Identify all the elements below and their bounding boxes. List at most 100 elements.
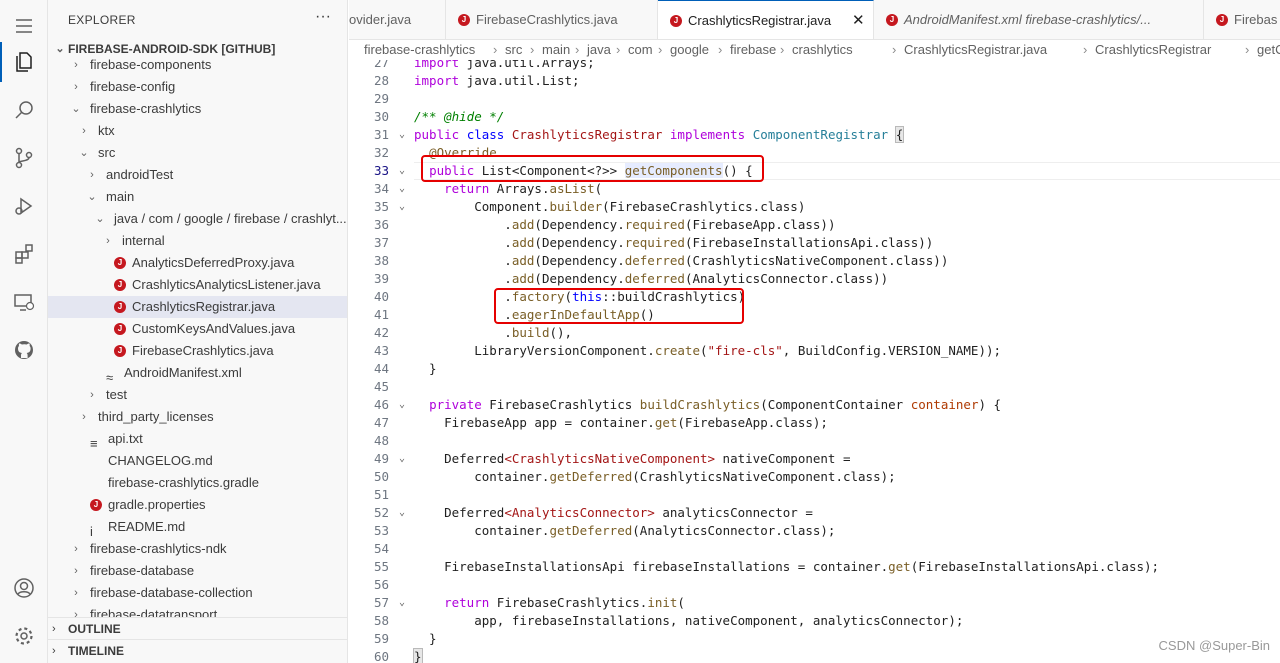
tree-file-item[interactable]: i README.md (48, 516, 347, 539)
breadcrumb-item[interactable]: getC (1257, 40, 1280, 60)
tree-folder-item[interactable]: › third_party_licenses (48, 406, 347, 428)
breadcrumb-item[interactable]: firebase (730, 40, 776, 60)
code-line[interactable]: FirebaseInstallationsApi firebaseInstall… (414, 558, 1159, 576)
tree-folder-item[interactable]: › firebase-components (48, 54, 347, 76)
more-actions-icon[interactable]: ··· (315, 8, 331, 26)
code-line[interactable]: Deferred<CrashlyticsNativeComponent> nat… (414, 450, 850, 468)
fold-chevron-icon[interactable]: ⌄ (396, 126, 408, 144)
tree-folder-item[interactable]: › firebase-database-collection (48, 582, 347, 604)
tree-file-item[interactable]: J CrashlyticsRegistrar.java (48, 296, 347, 318)
code-line[interactable]: .add(Dependency.deferred(CrashlyticsNati… (414, 252, 948, 270)
run-debug-icon[interactable] (0, 182, 48, 230)
chevron-down-icon: ⌄ (87, 191, 97, 203)
tree-file-item[interactable]: J AnalyticsDeferredProxy.java (48, 252, 347, 274)
editor-tab[interactable]: J CrashlyticsRegistrar.java ✕ (658, 0, 874, 39)
breadcrumb-item[interactable]: main (542, 40, 570, 60)
fold-chevron-icon[interactable]: ⌄ (396, 198, 408, 216)
tree-item-label: AndroidManifest.xml (124, 365, 242, 380)
code-line[interactable]: /** @hide */ (414, 108, 504, 126)
breadcrumb-separator-icon: › (530, 42, 535, 57)
breadcrumb-item[interactable]: com (628, 40, 653, 60)
code-line[interactable]: } (414, 630, 437, 648)
chevron-down-icon: ⌄ (95, 213, 105, 225)
tree-file-item[interactable]: J CustomKeysAndValues.java (48, 318, 347, 340)
fold-chevron-icon[interactable]: ⌄ (396, 594, 408, 612)
text-file-icon: ≡ (90, 436, 98, 451)
code-line[interactable]: container.getDeferred(CrashlyticsNativeC… (414, 468, 895, 486)
code-line[interactable]: return Arrays.asList( (414, 180, 602, 198)
breadcrumb-item[interactable]: CrashlyticsRegistrar (1095, 40, 1211, 60)
code-line[interactable]: } (414, 360, 437, 378)
account-icon[interactable] (0, 564, 48, 612)
tree-folder-item[interactable]: › ktx (48, 120, 347, 142)
search-icon[interactable] (0, 86, 48, 134)
code-line[interactable]: import java.util.List; (414, 72, 580, 90)
code-line[interactable]: private FirebaseCrashlytics buildCrashly… (414, 396, 1001, 414)
source-control-icon[interactable] (0, 134, 48, 182)
tree-folder-item[interactable]: › firebase-crashlytics-ndk (48, 538, 347, 560)
tree-folder-item[interactable]: › internal (48, 230, 347, 252)
java-file-icon: J (458, 14, 470, 26)
breadcrumb-item[interactable]: google (670, 40, 709, 60)
tree-file-item[interactable]: CHANGELOG.md (48, 450, 347, 472)
tree-file-item[interactable]: J FirebaseCrashlytics.java (48, 340, 347, 362)
tree-folder-item[interactable]: › firebase-database (48, 560, 347, 582)
fold-chevron-icon[interactable]: ⌄ (396, 504, 408, 522)
code-line[interactable]: .build(), (414, 324, 572, 342)
tree-file-item[interactable]: J CrashlyticsAnalyticsListener.java (48, 274, 347, 296)
chevron-right-icon: › (90, 389, 94, 401)
breadcrumb-item[interactable]: crashlytics (792, 40, 853, 60)
tree-folder-item[interactable]: › androidTest (48, 164, 347, 186)
github-icon[interactable] (0, 326, 48, 374)
code-line[interactable]: import java.util.Arrays; (414, 60, 595, 72)
code-line[interactable]: LibraryVersionComponent.create("fire-cls… (414, 342, 1001, 360)
code-line[interactable]: public class CrashlyticsRegistrar implem… (414, 126, 905, 144)
code-line[interactable]: FirebaseApp app = container.get(Firebase… (414, 414, 828, 432)
extensions-icon[interactable] (0, 230, 48, 278)
code-line[interactable]: } (413, 648, 423, 663)
breadcrumb-item[interactable]: CrashlyticsRegistrar.java (904, 40, 1047, 60)
fold-chevron-icon[interactable]: ⌄ (396, 450, 408, 468)
code-line[interactable]: .add(Dependency.required(FirebaseInstall… (414, 234, 933, 252)
timeline-panel-header[interactable]: › TIMELINE (48, 639, 347, 661)
tree-item-label: androidTest (106, 167, 174, 182)
tree-folder-item[interactable]: ⌄ main (48, 186, 347, 208)
tree-folder-item[interactable]: ⌄ firebase-crashlytics (48, 98, 347, 120)
tree-folder-item[interactable]: › test (48, 384, 347, 406)
tree-file-item[interactable]: ≈ AndroidManifest.xml (48, 362, 347, 385)
editor-tab[interactable]: ovider.java (349, 0, 446, 39)
line-number: 41 (373, 307, 389, 322)
code-line[interactable]: return FirebaseCrashlytics.init( (414, 594, 685, 612)
code-line[interactable]: container.getDeferred(AnalyticsConnector… (414, 522, 835, 540)
code-line[interactable]: .add(Dependency.required(FirebaseApp.cla… (414, 216, 835, 234)
editor-tab[interactable]: J Firebas (1204, 0, 1280, 39)
line-number: 53 (373, 523, 389, 538)
tree-file-item[interactable]: firebase-crashlytics.gradle (48, 472, 347, 494)
tree-folder-item[interactable]: ⌄ java / com / google / firebase / crashl… (48, 208, 347, 230)
fold-chevron-icon[interactable]: ⌄ (396, 180, 408, 198)
code-line[interactable]: app, firebaseInstallations, nativeCompon… (414, 612, 963, 630)
editor-tab[interactable]: J FirebaseCrashlytics.java (446, 0, 658, 39)
settings-gear-icon[interactable] (0, 612, 48, 660)
breadcrumb-item[interactable]: src (505, 40, 522, 60)
fold-chevron-icon[interactable]: ⌄ (396, 162, 408, 180)
tree-file-item[interactable]: ≡ api.txt (48, 428, 347, 451)
tree-item-label: CHANGELOG.md (108, 453, 213, 468)
breadcrumb-item[interactable]: firebase-crashlytics (364, 40, 475, 60)
breadcrumb-item[interactable]: java (587, 40, 611, 60)
tree-folder-item[interactable]: ⌄ src (48, 142, 347, 164)
gradle-file-icon (90, 477, 102, 489)
editor-tab[interactable]: J AndroidManifest.xml firebase-crashlytic… (874, 0, 1204, 39)
code-line[interactable]: Deferred<AnalyticsConnector> analyticsCo… (414, 504, 813, 522)
tree-folder-item[interactable]: › firebase-config (48, 76, 347, 98)
line-number: 60 (373, 649, 389, 663)
fold-chevron-icon[interactable]: ⌄ (396, 396, 408, 414)
code-line[interactable]: .add(Dependency.deferred(AnalyticsConnec… (414, 270, 888, 288)
outline-panel-header[interactable]: › OUTLINE (48, 617, 347, 639)
tree-file-item[interactable]: Jgradle.properties (48, 494, 347, 516)
code-editor[interactable]: 27 import java.util.Arrays; 28 import java.… (349, 60, 1280, 663)
close-tab-icon[interactable]: ✕ (852, 1, 865, 39)
remote-explorer-icon[interactable] (0, 278, 48, 326)
files-icon[interactable] (0, 38, 48, 86)
code-line[interactable]: Component.builder(FirebaseCrashlytics.cl… (414, 198, 805, 216)
